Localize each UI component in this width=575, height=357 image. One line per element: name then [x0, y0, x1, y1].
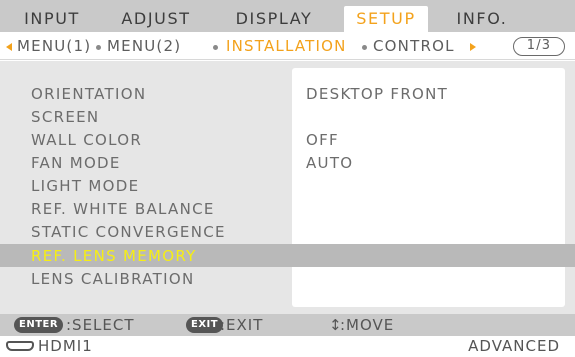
menu-item-ref-lens-memory[interactable]: REF. LENS MEMORY [0, 244, 575, 267]
menu-mode: ADVANCED [468, 337, 560, 355]
hdmi-port-icon [6, 341, 34, 351]
menu-item-value: AUTO [306, 154, 354, 172]
menu-item-orientation[interactable]: ORIENTATION DESKTOP FRONT [0, 82, 575, 105]
scroll-right-icon[interactable] [470, 43, 476, 51]
menu-item-light-mode[interactable]: LIGHT MODE [0, 174, 575, 197]
input-source: HDMI1 [38, 337, 93, 355]
menu-item-label: ORIENTATION [31, 85, 147, 103]
submenu-menu1[interactable]: MENU(1) [17, 37, 91, 55]
help-bar: ENTER :SELECT EXIT :EXIT ↕ :MOVE [0, 314, 575, 336]
page-indicator: 1/3 [513, 37, 565, 56]
separator-dot-icon [362, 45, 367, 50]
tab-info[interactable]: INFO. [448, 6, 516, 32]
menu-item-label: LIGHT MODE [31, 177, 140, 195]
menu-item-lens-calibration[interactable]: LENS CALIBRATION [0, 267, 575, 290]
scroll-left-icon[interactable] [6, 43, 12, 51]
submenu-installation[interactable]: INSTALLATION [226, 37, 347, 55]
separator-dot-icon [213, 45, 218, 50]
tab-input[interactable]: INPUT [14, 6, 90, 32]
submenu-menu2[interactable]: MENU(2) [107, 37, 181, 55]
enter-key-icon: ENTER [14, 317, 64, 333]
settings-panel: ORIENTATION DESKTOP FRONT SCREEN WALL CO… [0, 61, 575, 314]
menu-item-label: REF. LENS MEMORY [31, 247, 197, 265]
menu-item-value: OFF [306, 131, 339, 149]
separator-dot-icon [96, 45, 101, 50]
tab-adjust[interactable]: ADJUST [114, 6, 198, 32]
submenu-bar: MENU(1) MENU(2) INSTALLATION CONTROL 1/3 [0, 32, 575, 60]
projector-osd-menu: INPUT ADJUST DISPLAY SETUP INFO. MENU(1)… [0, 0, 575, 357]
menu-item-static-convergence[interactable]: STATIC CONVERGENCE [0, 220, 575, 243]
exit-hint: :EXIT [220, 316, 264, 334]
menu-item-label: REF. WHITE BALANCE [31, 200, 215, 218]
menu-item-label: LENS CALIBRATION [31, 270, 195, 288]
menu-item-label: FAN MODE [31, 154, 121, 172]
menu-item-screen[interactable]: SCREEN [0, 105, 575, 128]
status-bar: HDMI1 ADVANCED [0, 336, 575, 357]
menu-item-fan-mode[interactable]: FAN MODE AUTO [0, 151, 575, 174]
move-hint: :MOVE [340, 316, 395, 334]
menu-item-label: SCREEN [31, 108, 100, 126]
select-hint: :SELECT [66, 316, 135, 334]
submenu-control[interactable]: CONTROL [373, 37, 455, 55]
tab-display[interactable]: DISPLAY [226, 6, 322, 32]
menu-tab-bar: INPUT ADJUST DISPLAY SETUP INFO. [0, 0, 575, 32]
menu-item-wall-color[interactable]: WALL COLOR OFF [0, 128, 575, 151]
menu-item-label: STATIC CONVERGENCE [31, 223, 226, 241]
menu-item-ref-white-balance[interactable]: REF. WHITE BALANCE [0, 197, 575, 220]
menu-item-label: WALL COLOR [31, 131, 143, 149]
exit-key-icon: EXIT [186, 317, 224, 333]
tab-setup[interactable]: SETUP [344, 6, 428, 32]
menu-item-value: DESKTOP FRONT [306, 85, 449, 103]
